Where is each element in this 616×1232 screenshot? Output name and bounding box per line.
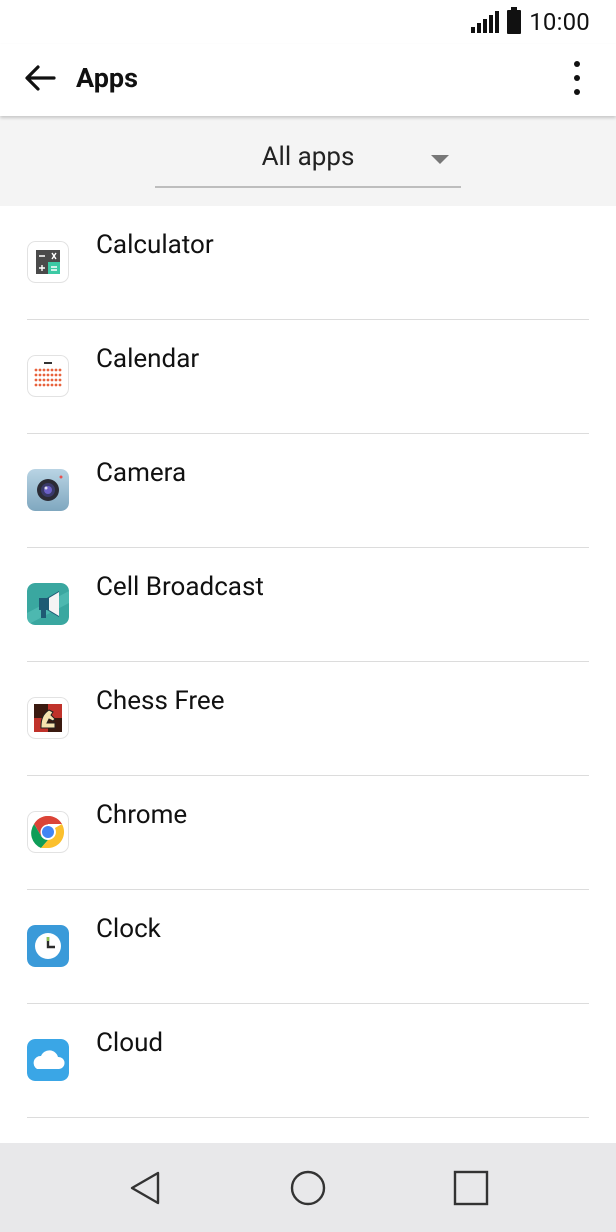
navigation-bar <box>0 1143 616 1232</box>
dropdown-arrow-icon <box>431 155 449 164</box>
list-item[interactable]: Cell Broadcast <box>0 548 616 662</box>
nav-home-button[interactable] <box>283 1163 333 1213</box>
cloud-icon <box>27 1039 69 1081</box>
list-item[interactable]: Cloud <box>0 1004 616 1118</box>
app-bar: Apps <box>0 44 616 116</box>
more-vert-icon <box>574 61 580 67</box>
app-name: Cell Broadcast <box>96 572 264 602</box>
app-name: Chess Free <box>96 686 225 716</box>
triangle-back-icon <box>130 1171 160 1205</box>
more-options-button[interactable] <box>560 58 594 98</box>
square-recents-icon <box>453 1170 489 1206</box>
battery-icon <box>507 7 522 34</box>
app-filter-dropdown[interactable]: All apps <box>155 138 461 188</box>
circle-home-icon <box>290 1170 326 1206</box>
filter-bar: All apps <box>0 116 616 206</box>
list-item[interactable]: Clock <box>0 890 616 1004</box>
calendar-icon <box>27 355 69 397</box>
app-name: Cloud <box>96 1028 164 1058</box>
status-bar: 10:00 <box>0 0 616 44</box>
signal-icon <box>471 11 500 33</box>
back-arrow-icon <box>25 65 56 91</box>
status-time: 10:00 <box>529 8 590 36</box>
calculator-icon <box>27 241 69 283</box>
list-item[interactable]: Chrome <box>0 776 616 890</box>
app-list: Calculator Calendar Camera Cell Broadcas… <box>0 206 616 1118</box>
app-name: Clock <box>96 914 161 944</box>
app-name: Calendar <box>96 344 200 374</box>
back-button[interactable] <box>20 58 60 98</box>
app-name: Calculator <box>96 230 214 260</box>
list-item[interactable]: Camera <box>0 434 616 548</box>
list-item[interactable]: Calendar <box>0 320 616 434</box>
nav-recents-button[interactable] <box>446 1163 496 1213</box>
chess-icon <box>27 697 69 739</box>
list-item[interactable]: Chess Free <box>0 662 616 776</box>
app-filter-selected: All apps <box>261 142 355 172</box>
status-indicators: 10:00 <box>471 7 590 36</box>
camera-icon <box>27 469 69 511</box>
list-item[interactable]: Calculator <box>0 206 616 320</box>
page-title: Apps <box>76 62 138 94</box>
nav-back-button[interactable] <box>120 1163 170 1213</box>
clock-icon <box>27 925 69 967</box>
app-name: Camera <box>96 458 187 488</box>
app-name: Chrome <box>96 800 188 830</box>
chrome-icon <box>27 811 69 853</box>
cell-broadcast-icon <box>27 583 69 625</box>
